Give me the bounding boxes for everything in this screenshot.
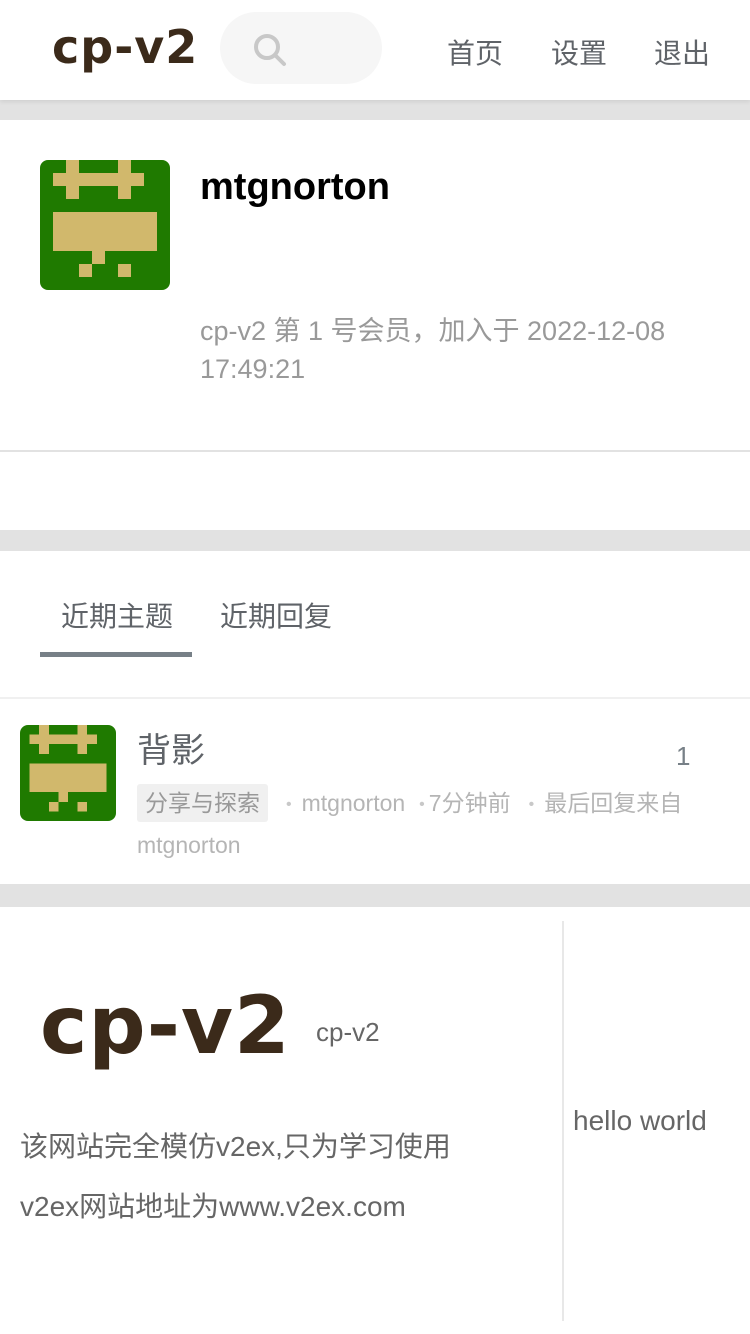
- footer-logo: cp-v2: [40, 979, 291, 1072]
- node-tag[interactable]: 分享与探索: [137, 784, 268, 822]
- footer-subtitle: cp-v2: [316, 1017, 380, 1047]
- top-navbar: cp-v2 首页 设置 退出: [0, 0, 750, 100]
- topic-author-avatar[interactable]: [20, 725, 116, 821]
- site-logo[interactable]: cp-v2: [52, 20, 198, 74]
- profile-card: mtgnorton cp-v2 第 1 号会员，加入于 2022-12-08 1…: [0, 120, 750, 450]
- footer-source-note: v2ex网站地址为www.v2ex.com: [20, 1191, 406, 1222]
- topic-title-link[interactable]: 背影: [137, 723, 205, 772]
- tab-recent-topics[interactable]: 近期主题: [61, 595, 173, 635]
- member-info: cp-v2 第 1 号会员，加入于 2022-12-08 17:49:21: [200, 316, 666, 384]
- footer-side-text: hello world: [573, 1105, 707, 1136]
- footer-description: 该网站完全模仿v2ex,只为学习使用: [20, 1131, 451, 1162]
- nav-home[interactable]: 首页: [447, 32, 503, 72]
- footer-divider: [562, 921, 564, 1321]
- topic-author-link[interactable]: mtgnorton: [302, 790, 406, 816]
- page: cp-v2 首页 设置 退出 mtgnorton cp-v2 第 1 号会员，加…: [0, 0, 750, 1334]
- nav-settings[interactable]: 设置: [551, 32, 607, 72]
- tab-recent-replies[interactable]: 近期回复: [220, 595, 332, 635]
- divider: [0, 697, 750, 699]
- topics-panel: 近期主题 近期回复 背影 1 分享与探索 • mtgnorton • 7分钟前 …: [0, 551, 750, 884]
- active-tab-indicator: [40, 652, 192, 657]
- profile-username: mtgnorton: [200, 166, 390, 208]
- topic-time: 7分钟前: [428, 790, 511, 816]
- empty-panel: [0, 452, 750, 530]
- footer: cp-v2 cp-v2 该网站完全模仿v2ex,只为学习使用 v2ex网站地址为…: [0, 907, 750, 1334]
- topic-meta: 分享与探索 • mtgnorton • 7分钟前 • 最后回复来自 mtgnorton: [137, 783, 727, 865]
- nav-logout[interactable]: 退出: [654, 32, 710, 72]
- separator-dot: •: [286, 795, 292, 813]
- separator-dot: •: [419, 795, 425, 813]
- separator-dot: •: [528, 795, 535, 813]
- search-box[interactable]: [220, 12, 382, 84]
- avatar: [40, 160, 170, 290]
- reply-count-badge[interactable]: 1: [676, 741, 690, 772]
- search-icon: [254, 34, 286, 66]
